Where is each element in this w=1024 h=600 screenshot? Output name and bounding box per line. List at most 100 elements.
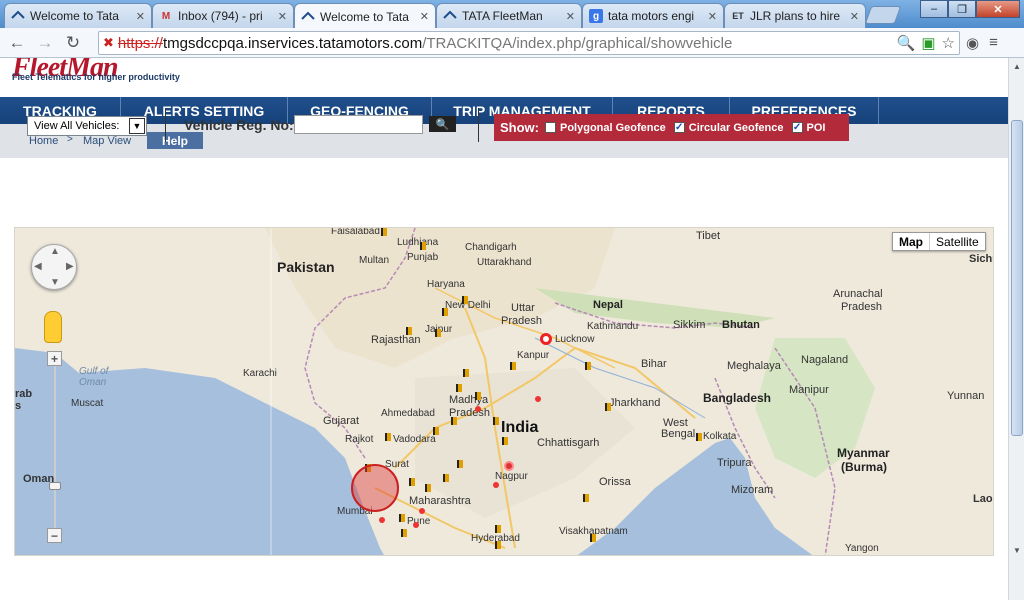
location-pin-icon[interactable] xyxy=(535,396,541,402)
vehicle-flag-icon[interactable] xyxy=(590,534,596,542)
map-terrain xyxy=(15,228,875,555)
zoom-out-button[interactable]: − xyxy=(47,528,62,543)
vehicle-flag-icon[interactable] xyxy=(493,417,499,425)
circular-geofence[interactable] xyxy=(351,464,399,512)
help-button[interactable]: Help xyxy=(147,132,203,149)
zoom-in-button[interactable]: + xyxy=(47,351,62,366)
restore-icon[interactable]: ❐ xyxy=(948,0,976,18)
vehicle-flag-icon[interactable] xyxy=(399,514,405,522)
poi-marker-icon[interactable] xyxy=(504,461,514,471)
location-pin-icon[interactable] xyxy=(475,406,481,412)
vehicle-select[interactable]: View All Vehicles: ▼ xyxy=(27,116,147,136)
vehicle-flag-icon[interactable] xyxy=(420,242,426,250)
browser-tab-6[interactable]: ET JLR plans to hire ✕ xyxy=(724,3,866,28)
page-scrollbar[interactable]: ▲ ▼ xyxy=(1008,58,1024,600)
pan-down-icon[interactable]: ▼ xyxy=(50,277,60,288)
close-tab-icon[interactable]: ✕ xyxy=(136,10,145,23)
pan-control[interactable]: ▲ ▼ ◀ ▶ xyxy=(31,244,77,290)
browser-tab-1[interactable]: Welcome to Tata ✕ xyxy=(4,3,152,28)
close-tab-icon[interactable]: ✕ xyxy=(708,10,717,23)
circular-geofence-checkbox[interactable]: ✓ xyxy=(673,122,685,133)
vehicle-flag-icon[interactable] xyxy=(433,427,439,435)
label-muscat: Muscat xyxy=(71,398,104,409)
vehicle-flag-icon[interactable] xyxy=(462,296,468,304)
close-tab-icon[interactable]: ✕ xyxy=(566,10,575,23)
vehicle-flag-icon[interactable] xyxy=(495,525,501,533)
map-type-satellite-button[interactable]: Satellite xyxy=(930,233,985,250)
label-arunachal-pradesh: Pradesh xyxy=(841,301,882,313)
tab-title: JLR plans to hire xyxy=(750,9,841,23)
browser-tab-4[interactable]: TATA FleetMan ✕ xyxy=(436,3,582,28)
scroll-down-icon[interactable]: ▼ xyxy=(1011,544,1023,556)
reload-icon[interactable]: ↻ xyxy=(62,32,84,54)
back-arrow-icon[interactable]: ← xyxy=(6,32,28,54)
vehicle-flag-icon[interactable] xyxy=(442,308,448,316)
vehicle-flag-icon[interactable] xyxy=(451,417,457,425)
zoom-slider-track[interactable] xyxy=(54,361,56,531)
location-pin-icon[interactable] xyxy=(419,508,425,514)
pan-left-icon[interactable]: ◀ xyxy=(34,261,42,272)
vehicle-flag-icon[interactable] xyxy=(401,529,407,537)
scroll-up-icon[interactable]: ▲ xyxy=(1011,60,1023,72)
pan-up-icon[interactable]: ▲ xyxy=(50,246,60,257)
close-tab-icon[interactable]: ✕ xyxy=(850,10,859,23)
zoom-slider-thumb[interactable] xyxy=(49,482,61,490)
vehicle-flag-icon[interactable] xyxy=(696,433,702,441)
vehicle-flag-icon[interactable] xyxy=(406,327,412,335)
vehicle-flag-icon[interactable] xyxy=(605,403,611,411)
google-icon: g xyxy=(589,9,603,23)
vehicle-flag-icon[interactable] xyxy=(463,369,469,377)
bookmark-star-icon[interactable]: ☆ xyxy=(942,34,955,52)
vehicle-flag-icon[interactable] xyxy=(381,228,387,236)
poi-checkbox[interactable]: ✓ xyxy=(791,122,803,133)
close-window-icon[interactable]: ✕ xyxy=(976,0,1020,18)
new-tab-button[interactable] xyxy=(864,6,902,24)
breadcrumb-map-view[interactable]: Map View xyxy=(83,135,131,147)
zoom-icon[interactable]: 🔍 xyxy=(897,34,916,52)
browser-tab-3[interactable]: Welcome to Tata ✕ xyxy=(294,3,436,29)
tab-title: Inbox (794) - pri xyxy=(178,9,263,23)
map-type-map-button[interactable]: Map xyxy=(893,233,930,250)
vehicle-flag-icon[interactable] xyxy=(475,392,481,400)
wrench-menu-icon[interactable]: ≡ xyxy=(989,34,998,52)
extension-badge-icon[interactable]: ▣ xyxy=(921,34,935,52)
breadcrumb-home[interactable]: Home xyxy=(29,135,58,147)
poi-target-icon[interactable] xyxy=(540,333,552,345)
vehicle-flag-icon[interactable] xyxy=(456,384,462,392)
location-pin-icon[interactable] xyxy=(379,517,385,523)
browser-tab-5[interactable]: g tata motors engi ✕ xyxy=(582,3,724,28)
close-tab-icon[interactable]: ✕ xyxy=(278,10,287,23)
vehicle-flag-icon[interactable] xyxy=(510,362,516,370)
label-mizoram: Mizoram xyxy=(731,484,774,496)
browser-tab-2[interactable]: M Inbox (794) - pri ✕ xyxy=(152,3,294,28)
vehicle-flag-icon[interactable] xyxy=(585,362,591,370)
label-sikkim: Sikkim xyxy=(673,319,706,331)
vehicle-map[interactable]: Pakistan India Nepal Bhutan Bangladesh M… xyxy=(14,227,994,556)
et-icon: ET xyxy=(732,11,744,21)
vehicle-flag-icon[interactable] xyxy=(502,437,508,445)
vehicle-flag-icon[interactable] xyxy=(425,484,431,492)
chevron-down-icon[interactable]: ▼ xyxy=(129,118,145,134)
vehicle-flag-icon[interactable] xyxy=(435,329,441,337)
close-tab-icon[interactable]: ✕ xyxy=(420,10,429,23)
browser-toolbar: ← → ↻ ✖ https:// tmgsdccpqa.inservices.t… xyxy=(0,28,1024,58)
vehicle-reg-input[interactable] xyxy=(294,115,423,134)
vehicle-flag-icon[interactable] xyxy=(457,460,463,468)
street-view-pegman-icon[interactable] xyxy=(44,311,62,343)
location-pin-icon[interactable] xyxy=(493,482,499,488)
location-pin-icon[interactable] xyxy=(413,522,419,528)
scroll-thumb[interactable] xyxy=(1011,120,1023,436)
search-button[interactable]: 🔍 xyxy=(429,116,456,132)
label-karachi: Karachi xyxy=(243,368,277,379)
vehicle-flag-icon[interactable] xyxy=(495,541,501,549)
address-bar[interactable]: ✖ https:// tmgsdccpqa.inservices.tatamot… xyxy=(98,31,960,55)
vehicle-flag-icon[interactable] xyxy=(583,494,589,502)
pan-right-icon[interactable]: ▶ xyxy=(66,261,74,272)
vehicle-flag-icon[interactable] xyxy=(443,474,449,482)
polygonal-geofence-checkbox[interactable] xyxy=(545,122,556,133)
minimize-icon[interactable]: – xyxy=(920,0,948,18)
vehicle-flag-icon[interactable] xyxy=(385,433,391,441)
vehicle-flag-icon[interactable] xyxy=(409,478,415,486)
eye-extension-icon[interactable]: ◉ xyxy=(966,34,979,52)
forward-arrow-icon[interactable]: → xyxy=(34,32,56,54)
